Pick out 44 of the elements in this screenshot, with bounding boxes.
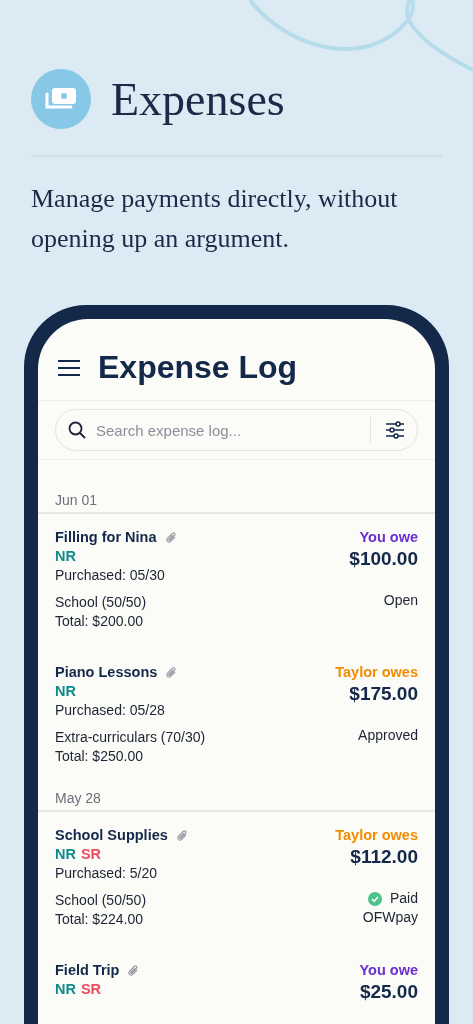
paperclip-icon: [175, 828, 188, 843]
amount-text: $25.00: [359, 980, 418, 1004]
initials-tag: SR: [80, 980, 102, 999]
amount-text: $175.00: [349, 682, 418, 706]
paperclip-icon: [127, 963, 140, 978]
amount-text: $112.00: [350, 845, 418, 869]
total-text: Total: $224.00: [55, 910, 144, 929]
purchase-date: Purchased: 5/20: [55, 864, 158, 883]
status-text: Open: [383, 591, 418, 610]
expense-name: Piano Lessons: [55, 663, 158, 682]
owes-label: You owe: [359, 528, 418, 547]
page-title: Expenses: [111, 72, 285, 126]
purchase-date: Purchased: 05/28: [55, 701, 166, 720]
owes-label: Taylor owes: [335, 663, 418, 682]
initials-tag: SR: [80, 845, 102, 864]
category-text: School (50/50): [55, 891, 148, 910]
payment-method: OFWpay: [362, 908, 418, 927]
expense-name: Filling for Nina: [55, 528, 157, 547]
app-title: Expense Log: [98, 349, 298, 386]
status-text: Approved: [358, 726, 418, 745]
total-text: Total: $250.00: [55, 747, 144, 766]
category-text: School (50/50): [55, 593, 148, 612]
purchase-date: Purchased: 05/30: [55, 566, 166, 585]
category-text: Extra-curriculars (70/30): [55, 728, 207, 747]
paperclip-icon: [164, 530, 177, 545]
total-text: Total: $200.00: [55, 612, 144, 631]
owes-label: You owe: [359, 961, 418, 980]
amount-text: $100.00: [349, 547, 418, 571]
owes-label: Taylor owes: [335, 826, 418, 845]
search-field[interactable]: Search expense log...: [94, 420, 362, 440]
search-icon: [68, 421, 86, 439]
initials-tag: NR: [55, 682, 76, 701]
page-subtitle: Manage payments directly, without opening up an argument.: [31, 183, 399, 255]
menu-icon[interactable]: [58, 359, 80, 376]
date-heading: May 28: [55, 790, 101, 806]
date-heading: Jun 01: [55, 492, 98, 508]
expense-name: Field Trip: [55, 961, 120, 980]
paperclip-icon: [165, 665, 178, 680]
status-text: Paid: [389, 889, 418, 908]
initials-tag: NR: [55, 980, 76, 999]
initials-tag: NR: [55, 547, 76, 566]
cash-icon: [44, 86, 78, 112]
expense-name: School Supplies: [55, 826, 168, 845]
initials-tag: NR: [55, 845, 76, 864]
